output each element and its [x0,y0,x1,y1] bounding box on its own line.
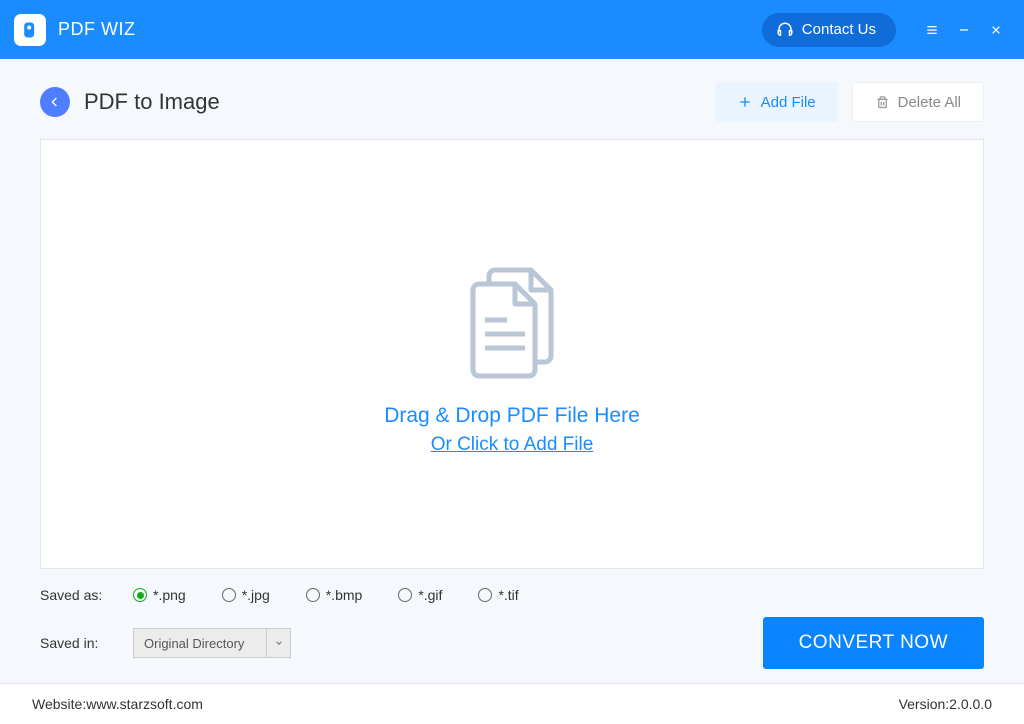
format-radio-jpg[interactable]: *.jpg [222,587,270,603]
version-label: Version: [899,696,950,712]
format-radio-gif[interactable]: *.gif [398,587,442,603]
website-link[interactable]: www.starzsoft.com [86,696,203,712]
format-label: *.jpg [242,587,270,603]
add-file-label: Add File [761,94,816,111]
minimize-icon [956,22,972,38]
footer: Website: www.starzsoft.com Version: 2.0.… [0,683,1024,724]
format-label: *.tif [498,587,518,603]
titlebar: PDF WIZ Contact Us [0,0,1024,59]
dropzone-text: Drag & Drop PDF File Here [384,404,640,428]
format-label: *.gif [418,587,442,603]
contact-us-label: Contact Us [802,21,876,38]
subheader: PDF to Image Add File Delete All [0,59,1024,125]
version-value: 2.0.0.0 [949,696,992,712]
saved-in-value: Original Directory [134,636,266,651]
plus-icon [737,94,753,110]
saved-in-row: Saved in: Original Directory CONVERT NOW [0,603,1024,669]
format-label: *.png [153,587,186,603]
radio-dot-icon [133,588,147,602]
hamburger-icon [924,22,940,38]
saved-in-select[interactable]: Original Directory [133,628,291,658]
convert-now-button[interactable]: CONVERT NOW [763,617,984,669]
format-label: *.bmp [326,587,363,603]
radio-dot-icon [222,588,236,602]
delete-all-button[interactable]: Delete All [852,82,984,122]
format-radio-png[interactable]: *.png [133,587,186,603]
close-icon [988,22,1004,38]
page-title: PDF to Image [84,89,220,115]
format-radio-bmp[interactable]: *.bmp [306,587,363,603]
contact-us-button[interactable]: Contact Us [762,13,896,47]
format-radio-group: *.png *.jpg *.bmp *.gif *.tif [133,587,519,603]
chevron-down-icon [266,629,290,657]
radio-dot-icon [398,588,412,602]
saved-as-label: Saved as: [40,587,133,603]
trash-icon [875,95,890,110]
dropzone-link[interactable]: Or Click to Add File [431,434,594,456]
minimize-button[interactable] [950,16,978,44]
close-button[interactable] [982,16,1010,44]
arrow-left-icon [47,94,63,110]
back-button[interactable] [40,87,70,117]
website-label: Website: [32,696,86,712]
delete-all-label: Delete All [898,94,961,111]
app-logo [14,14,46,46]
add-file-button[interactable]: Add File [715,82,838,122]
format-radio-tif[interactable]: *.tif [478,587,518,603]
radio-dot-icon [478,588,492,602]
radio-dot-icon [306,588,320,602]
app-name: PDF WIZ [58,19,136,40]
dropzone[interactable]: Drag & Drop PDF File Here Or Click to Ad… [40,139,984,569]
documents-icon [447,252,577,382]
saved-in-label: Saved in: [40,635,133,651]
saved-as-row: Saved as: *.png *.jpg *.bmp *.gif *.tif [0,569,1024,603]
content-area: PDF to Image Add File Delete All Drag & … [0,59,1024,683]
headset-icon [776,21,794,39]
menu-button[interactable] [918,16,946,44]
